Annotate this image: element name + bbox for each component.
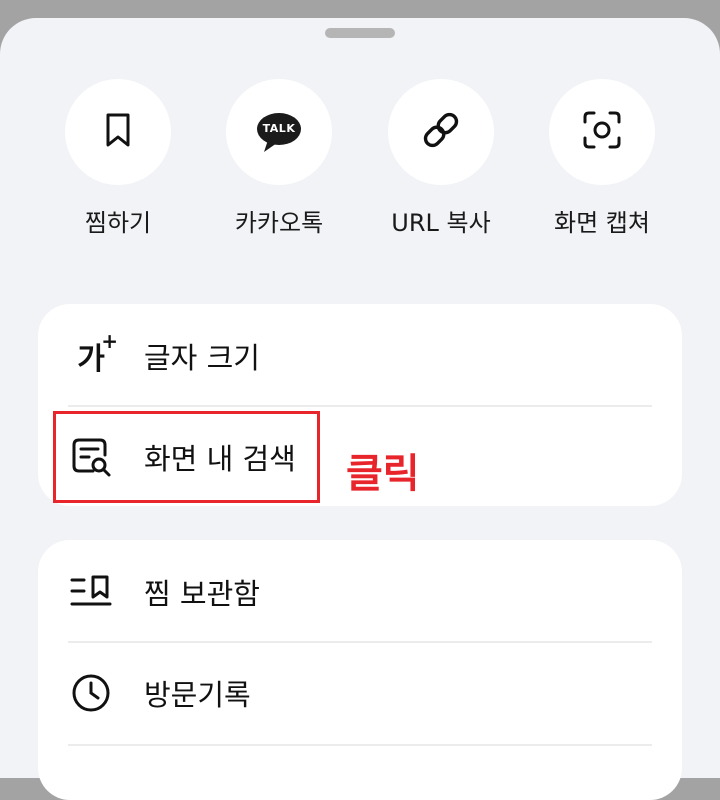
drag-handle[interactable] — [325, 28, 395, 38]
copy-url-label: URL 복사 — [391, 209, 491, 237]
clock-history-icon — [68, 670, 114, 716]
menu-item-history[interactable]: 방문기록 — [38, 643, 682, 743]
kakaotalk-button[interactable]: TALK 카카오톡 — [226, 79, 332, 237]
bottom-sheet: 찜하기 TALK 카카오톡 URL 복사 화면 캡쳐 가 + 글자 크기 화면 … — [0, 18, 720, 800]
divider — [68, 744, 652, 746]
screen-capture-circle[interactable] — [549, 79, 655, 185]
screen-capture-icon — [581, 109, 623, 155]
bookmark-circle[interactable] — [65, 79, 171, 185]
bookmark-list-icon — [68, 569, 114, 615]
kakaotalk-label: 카카오톡 — [234, 209, 324, 237]
link-icon — [419, 108, 463, 156]
menu-item-font-size[interactable]: 가 + 글자 크기 — [38, 306, 682, 406]
menu-item-label: 방문기록 — [144, 678, 251, 712]
screen-capture-label: 화면 캡쳐 — [554, 209, 650, 237]
menu-item-label: 글자 크기 — [144, 341, 260, 375]
bookmark-label: 찜하기 — [84, 209, 152, 237]
copy-url-circle[interactable] — [388, 79, 494, 185]
copy-url-button[interactable]: URL 복사 — [388, 79, 494, 237]
menu-item-label: 찜 보관함 — [144, 577, 260, 611]
kakaotalk-icon: TALK — [255, 110, 303, 154]
bookmark-icon — [99, 110, 137, 154]
font-size-icon: 가 + — [68, 329, 118, 379]
menu-card-secondary: 찜 보관함 방문기록 — [38, 540, 682, 800]
screen-capture-button[interactable]: 화면 캡쳐 — [549, 79, 655, 237]
plus-icon: + — [101, 329, 118, 353]
click-annotation: 클릭 — [346, 451, 420, 497]
highlight-box — [53, 411, 320, 503]
menu-item-bookmark-list[interactable]: 찜 보관함 — [38, 542, 682, 642]
bookmark-button[interactable]: 찜하기 — [65, 79, 171, 237]
kakaotalk-badge: TALK — [262, 122, 296, 135]
kakaotalk-circle[interactable]: TALK — [226, 79, 332, 185]
